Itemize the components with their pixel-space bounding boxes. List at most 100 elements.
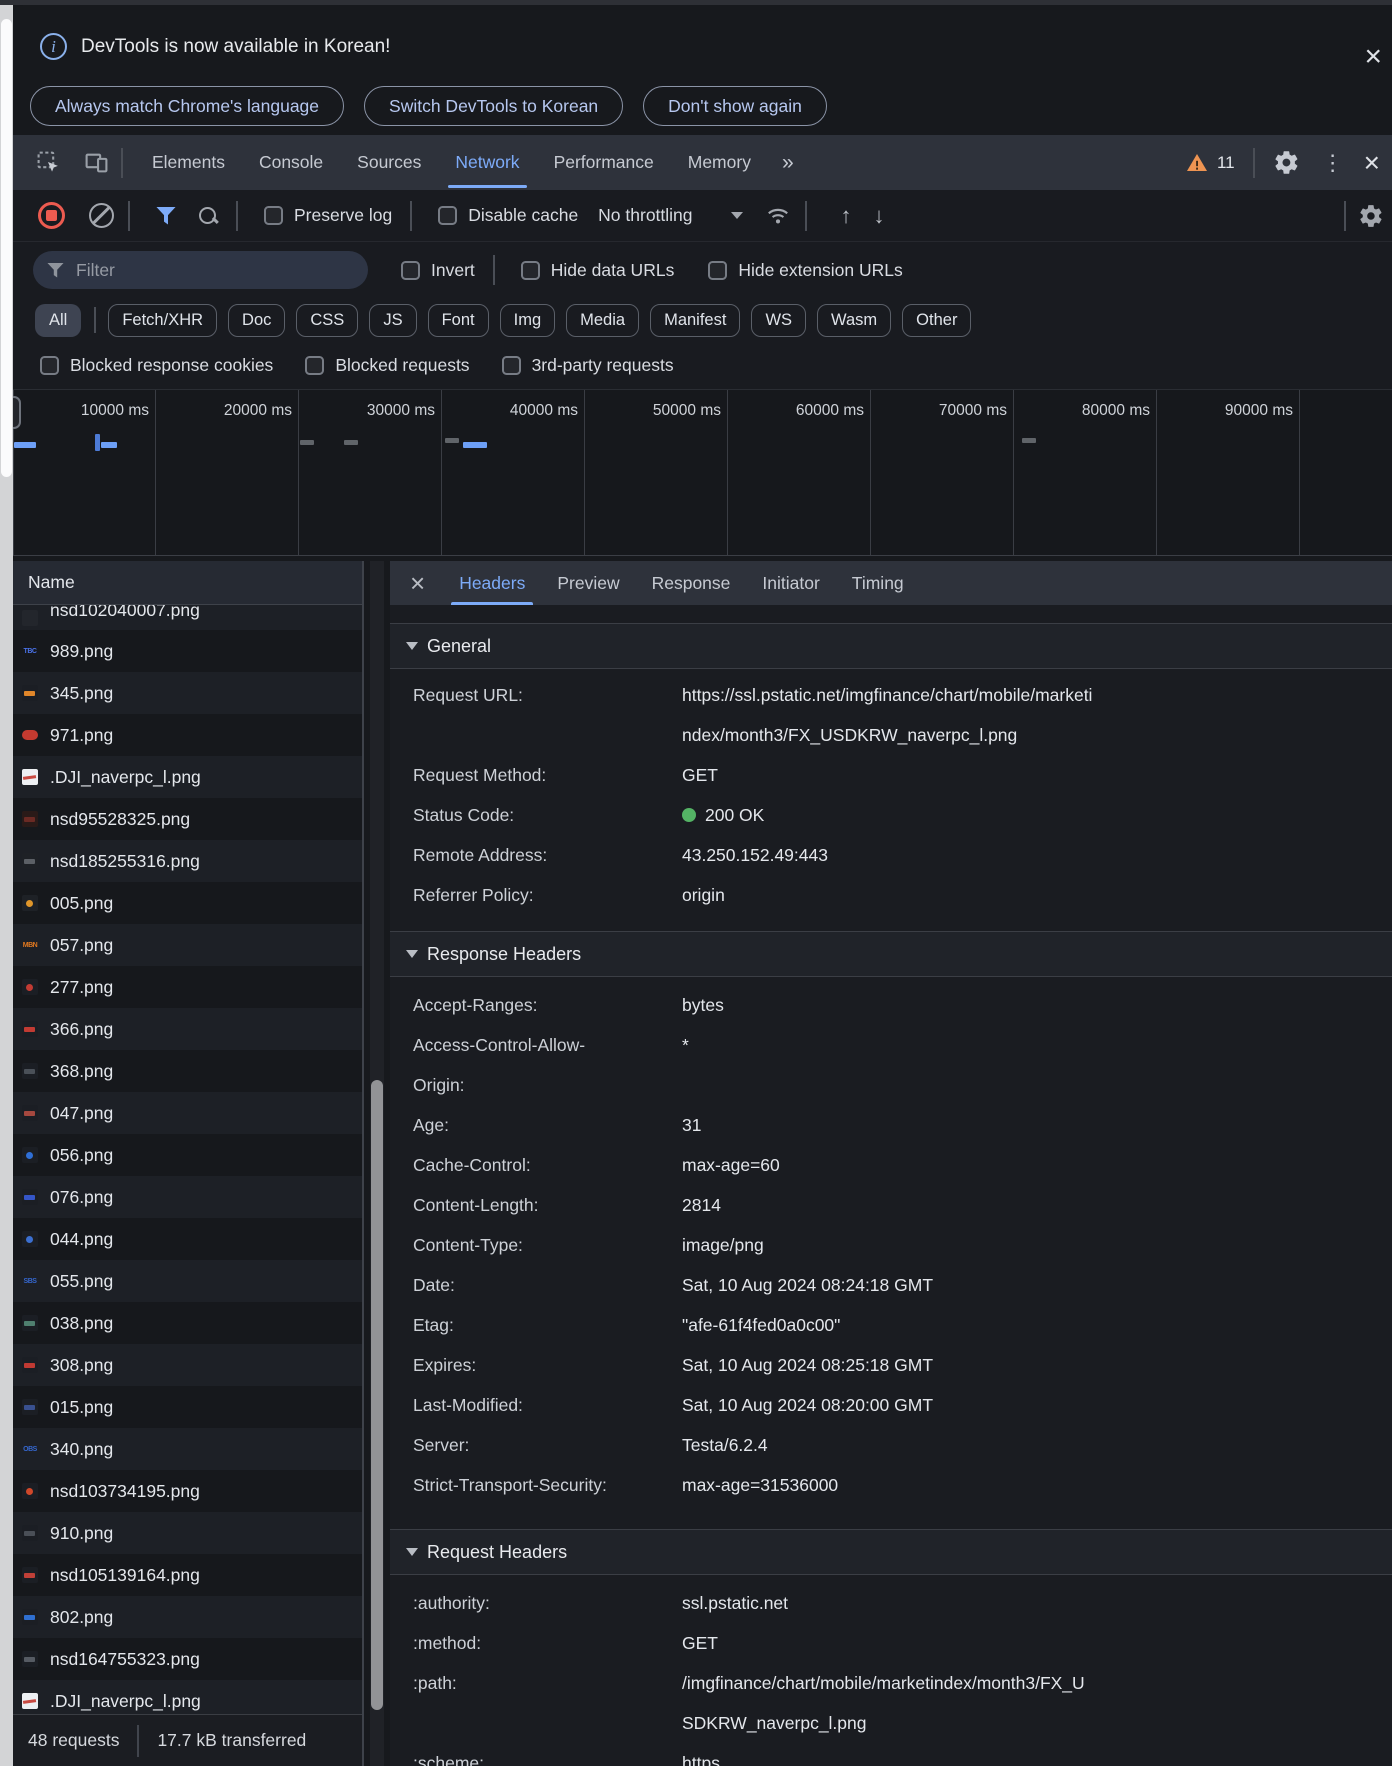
pane-splitter[interactable] [364, 561, 390, 1766]
network-settings-gear-icon[interactable] [1358, 203, 1384, 229]
request-row[interactable]: .DJI_naverpc_l.png [13, 756, 362, 798]
request-row[interactable]: nsd185255316.png [13, 840, 362, 882]
request-row[interactable]: 076.png [13, 1176, 362, 1218]
request-row[interactable]: nsd102040007.png [13, 605, 362, 630]
match-language-button[interactable]: Always match Chrome's language [30, 86, 345, 126]
request-row[interactable]: 971.png [13, 714, 362, 756]
tab-elements[interactable]: Elements [135, 135, 242, 190]
detail-tab-headers[interactable]: Headers [443, 561, 541, 605]
record-button[interactable] [38, 202, 65, 229]
tab-performance[interactable]: Performance [537, 135, 671, 190]
request-row[interactable]: nsd105139164.png [13, 1554, 362, 1596]
chip-all[interactable]: All [35, 303, 82, 337]
tab-memory[interactable]: Memory [671, 135, 768, 190]
blocked-response-cookies-checkbox[interactable] [40, 356, 59, 375]
inspect-element-icon[interactable] [35, 150, 61, 176]
detail-tab-initiator[interactable]: Initiator [746, 561, 835, 605]
request-row[interactable]: 368.png [13, 1050, 362, 1092]
dont-show-again-button[interactable]: Don't show again [643, 86, 827, 126]
kebab-menu-icon[interactable]: ⋮ [1306, 150, 1360, 176]
export-har-icon[interactable]: ↓ [874, 203, 885, 229]
settings-gear-icon[interactable] [1267, 149, 1306, 176]
request-row[interactable]: 277.png [13, 966, 362, 1008]
request-name: 910.png [50, 1522, 114, 1543]
tab-console[interactable]: Console [242, 135, 340, 190]
hide-data-urls-checkbox[interactable] [520, 260, 540, 280]
request-row[interactable]: OBS 340.png [13, 1428, 362, 1470]
header-value: origin [682, 884, 725, 905]
chip-css[interactable]: CSS [296, 303, 359, 337]
timeline-overview[interactable]: 10000 ms 20000 ms 30000 ms 40000 ms 50000 ms… [13, 390, 1392, 556]
import-har-icon[interactable]: ↑ [841, 203, 852, 229]
warning-icon[interactable] [1185, 151, 1209, 175]
filter-input[interactable]: Filter [33, 251, 368, 289]
request-row[interactable]: MBN 057.png [13, 924, 362, 966]
section-header-request-headers[interactable]: Request Headers [390, 1529, 1392, 1575]
request-row[interactable]: SBS 055.png [13, 1260, 362, 1302]
filter-toggle-icon[interactable] [156, 206, 176, 225]
request-row[interactable]: 044.png [13, 1218, 362, 1260]
chip-media[interactable]: Media [566, 303, 640, 337]
chip-ws[interactable]: WS [751, 303, 807, 337]
header-key: Server: [413, 1434, 470, 1455]
tab-sources[interactable]: Sources [340, 135, 438, 190]
request-row[interactable]: nsd103734195.png [13, 1470, 362, 1512]
header-value: max-age=60 [682, 1154, 780, 1175]
chip-img[interactable]: Img [499, 303, 556, 337]
request-row[interactable]: 802.png [13, 1596, 362, 1638]
request-row[interactable]: TBC 989.png [13, 630, 362, 672]
disable-cache-checkbox[interactable] [438, 206, 458, 225]
request-row[interactable]: nsd164755323.png [13, 1638, 362, 1680]
request-name: nsd103734195.png [50, 1480, 200, 1501]
network-conditions-icon[interactable] [765, 203, 791, 229]
chip-wasm[interactable]: Wasm [817, 303, 892, 337]
detail-scrollbar-thumb[interactable] [371, 1080, 383, 1710]
chip-fetch-xhr[interactable]: Fetch/XHR [108, 303, 218, 337]
request-row[interactable]: 308.png [13, 1344, 362, 1386]
detail-tab-response[interactable]: Response [636, 561, 747, 605]
request-row[interactable]: nsd95528325.png [13, 798, 362, 840]
detail-tab-timing[interactable]: Timing [836, 561, 920, 605]
request-row[interactable]: 047.png [13, 1092, 362, 1134]
warning-count[interactable]: 11 [1217, 153, 1235, 173]
request-row[interactable]: 015.png [13, 1386, 362, 1428]
device-toolbar-icon[interactable] [83, 150, 109, 176]
tab-network[interactable]: Network [438, 135, 536, 190]
request-row[interactable]: 005.png [13, 882, 362, 924]
more-tabs-icon[interactable]: » [768, 151, 806, 175]
section-header-general[interactable]: General [390, 623, 1392, 669]
clear-icon[interactable] [89, 203, 114, 228]
blocked-requests-checkbox[interactable] [305, 356, 325, 375]
timeline-tick-label: 20000 ms [223, 402, 292, 419]
infobar-close-icon[interactable]: × [1364, 42, 1382, 72]
request-row[interactable]: 038.png [13, 1302, 362, 1344]
page-scrollbar-thumb[interactable] [1, 19, 12, 477]
blocked-requests-label: Blocked requests [335, 355, 470, 375]
3rd-party-requests-checkbox[interactable] [501, 356, 521, 375]
hide-extension-urls-checkbox[interactable] [708, 260, 728, 280]
preserve-log-checkbox[interactable] [264, 206, 283, 225]
request-row[interactable]: .DJI_naverpc_l.png [13, 1680, 362, 1714]
detail-tab-preview[interactable]: Preview [541, 561, 635, 605]
devtools-close-icon[interactable]: × [1360, 148, 1392, 176]
section-header-response-headers[interactable]: Response Headers [390, 931, 1392, 977]
name-column-header[interactable]: Name [13, 561, 362, 605]
chip-manifest[interactable]: Manifest [650, 303, 741, 337]
invert-checkbox[interactable] [401, 260, 420, 280]
request-row[interactable]: 345.png [13, 672, 362, 714]
timeline-drag-handle[interactable] [13, 396, 21, 429]
request-row[interactable]: 366.png [13, 1008, 362, 1050]
request-row[interactable]: 910.png [13, 1512, 362, 1554]
detail-close-icon[interactable]: × [390, 570, 443, 596]
toolbar-divider-5 [1344, 200, 1346, 231]
request-row[interactable]: 056.png [13, 1134, 362, 1176]
chip-font[interactable]: Font [427, 303, 489, 337]
chip-other[interactable]: Other [902, 303, 972, 337]
chip-js[interactable]: JS [369, 303, 417, 337]
switch-korean-button[interactable]: Switch DevTools to Korean [364, 86, 624, 126]
throttling-select[interactable]: No throttling [598, 205, 743, 226]
search-icon[interactable] [198, 206, 218, 226]
chip-doc[interactable]: Doc [228, 303, 286, 337]
request-name: nsd164755323.png [50, 1648, 200, 1669]
header-value: GET [682, 1632, 718, 1653]
